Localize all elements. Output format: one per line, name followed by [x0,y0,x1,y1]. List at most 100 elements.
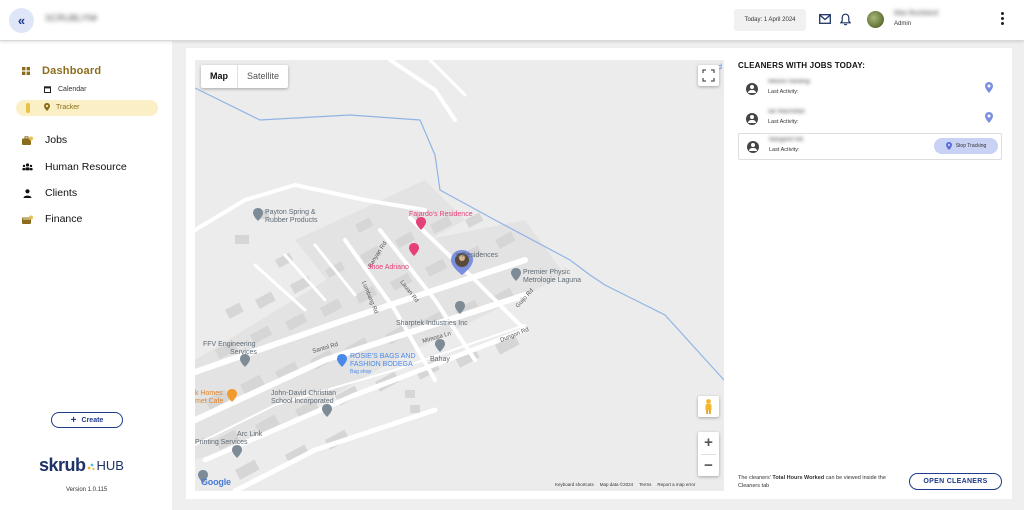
last-activity: Last Activity: [769,147,800,153]
cleaners-footer-note: The cleaners' Total Hours Worked can be … [738,474,908,490]
cleaner-name: Ian Macmillan [768,109,806,115]
keyboard-shortcuts-link[interactable]: Keyboard shortcuts [555,482,594,487]
location-pin-icon [44,103,50,111]
poi-pin[interactable] [253,208,263,221]
bell-icon[interactable] [840,13,851,26]
sidebar-item-label: Clients [45,187,78,199]
place-label: Metrologie Laguna [523,277,581,284]
create-label: Create [81,416,104,424]
place-label: met Cafe [195,398,224,405]
place-label: FFV Engineering [203,341,256,348]
sidebar-item-label: Tracker [56,103,80,111]
street-view-button[interactable] [698,396,719,417]
skrubhub-logo: skrub HUB [39,455,124,475]
note-text: The cleaners' [738,475,773,481]
user-avatar-icon [747,141,759,153]
terms-link[interactable]: Terms [639,482,651,487]
avatar[interactable] [867,11,884,28]
place-label: School Incorporated [271,398,334,405]
poi-pin[interactable] [232,445,242,458]
map-data-text: Map data ©2024 [599,482,634,487]
map-attribution: Keyboard shortcuts Map data ©2024 Terms … [555,482,695,487]
poi-pin[interactable] [435,339,445,352]
more-menu-icon[interactable] [1001,12,1005,28]
note-bold: Total Hours Worked [772,475,825,481]
briefcase-icon [22,135,33,145]
place-label: Bag shop [350,369,371,375]
place-label: s Residences [456,252,499,259]
fullscreen-button[interactable] [698,65,719,86]
location-pin-icon[interactable] [985,112,993,123]
plus-icon: + [70,414,77,426]
wallet-icon [22,215,33,224]
top-bar: « SCRUBLYNK Today: 1 April 2024 Max Buck… [0,0,1024,41]
user-avatar-icon [746,83,758,95]
zoom-out-button[interactable]: − [698,455,719,477]
company-name: SCRUBLYNK [45,13,97,23]
user-avatar-icon [746,113,758,125]
place-label: FASHION BODEGA [350,361,413,368]
stop-tracking-label: Stop Tracking [955,143,987,149]
place-label: Fajardo's Residence [409,211,473,218]
zoom-in-button[interactable]: + [698,432,719,454]
sidebar-item-clients[interactable]: Clients [22,186,77,200]
date-chip: Today: 1 April 2024 [734,9,806,31]
map-tab[interactable]: Map [201,65,237,88]
sidebar-item-finance[interactable]: Finance [22,212,82,226]
logo-dots [87,463,95,470]
cleaner-name: Nelson Hardinger [768,79,810,85]
fullscreen-icon [702,69,715,82]
person-icon [23,188,32,198]
sidebar-item-label: Calendar [58,86,87,93]
cleaner-row-selected[interactable]: Margaret Hill Last Activity: Stop Tracki… [738,133,1002,160]
place-label: Premier Physic [523,269,571,276]
place-label: John-David Christian [271,390,336,397]
sidebar-item-human-resource[interactable]: Human Resource [22,160,127,174]
sidebar-item-label: Finance [45,213,83,225]
collapse-sidebar-button[interactable]: « [9,8,34,33]
place-label: Sharptek Industries Inc [396,320,468,327]
map-canvas[interactable]: Banyan Rd Lumbang Rd Lauan Rd Guijo Rd D… [195,60,724,491]
report-error-link[interactable]: Report a map error [657,482,695,487]
dashboard-icon [22,67,30,75]
place-label: k Homes [195,390,223,397]
zoom-control: + − [698,432,719,476]
sidebar-item-tracker[interactable]: Tracker [16,100,158,116]
last-activity: Last Activity: [768,119,799,125]
pegman-icon [705,399,712,414]
cleaner-name: Margaret Hill [769,137,804,143]
sidebar-item-label: Human Resource [45,161,127,173]
stop-tracking-button[interactable]: Stop Tracking [934,138,998,154]
create-button[interactable]: + Create [51,412,123,428]
sidebar-item-dashboard[interactable]: Dashboard [22,64,101,78]
user-role: Admin [894,21,912,27]
sidebar-item-label: Jobs [45,134,68,146]
sidebar-item-jobs[interactable]: Jobs [22,133,67,147]
people-icon [22,163,33,171]
cleaner-row[interactable]: Ian Macmillan Last Activity: [738,106,1002,133]
tracker-item: Tracker [44,103,79,111]
place-label: ROSIE'S BAGS AND [350,353,416,360]
sidebar-item-calendar[interactable]: Calendar [44,86,86,93]
place-label: Arc Link [237,431,263,438]
open-cleaners-button[interactable]: OPEN CLEANERS [909,473,1002,490]
map-type-toggle: Map Satellite [201,65,289,88]
user-name: Max Buckland [894,10,938,17]
place-label: Services [230,349,257,356]
satellite-tab[interactable]: Satellite [238,65,288,88]
place-label: Rubber Products [265,217,318,224]
active-indicator [26,103,30,113]
place-label: Payton Spring & [265,209,316,216]
google-logo[interactable]: Google [201,477,231,487]
place-label: Bahay [430,356,450,363]
cleaner-row[interactable]: Nelson Hardinger Last Activity: [738,76,1002,103]
mail-icon[interactable] [819,14,831,24]
poi-pin[interactable] [322,404,332,417]
location-pin-icon[interactable] [985,82,993,93]
map-view[interactable]: Banyan Rd Lumbang Rd Lauan Rd Guijo Rd D… [195,60,724,491]
location-pin-icon [945,142,952,150]
sidebar-item-label: Dashboard [42,65,102,77]
cleaners-title: CLEANERS WITH JOBS TODAY: [738,61,866,70]
place-label: Jhoe Adriano [368,264,409,271]
calendar-icon [44,86,51,93]
